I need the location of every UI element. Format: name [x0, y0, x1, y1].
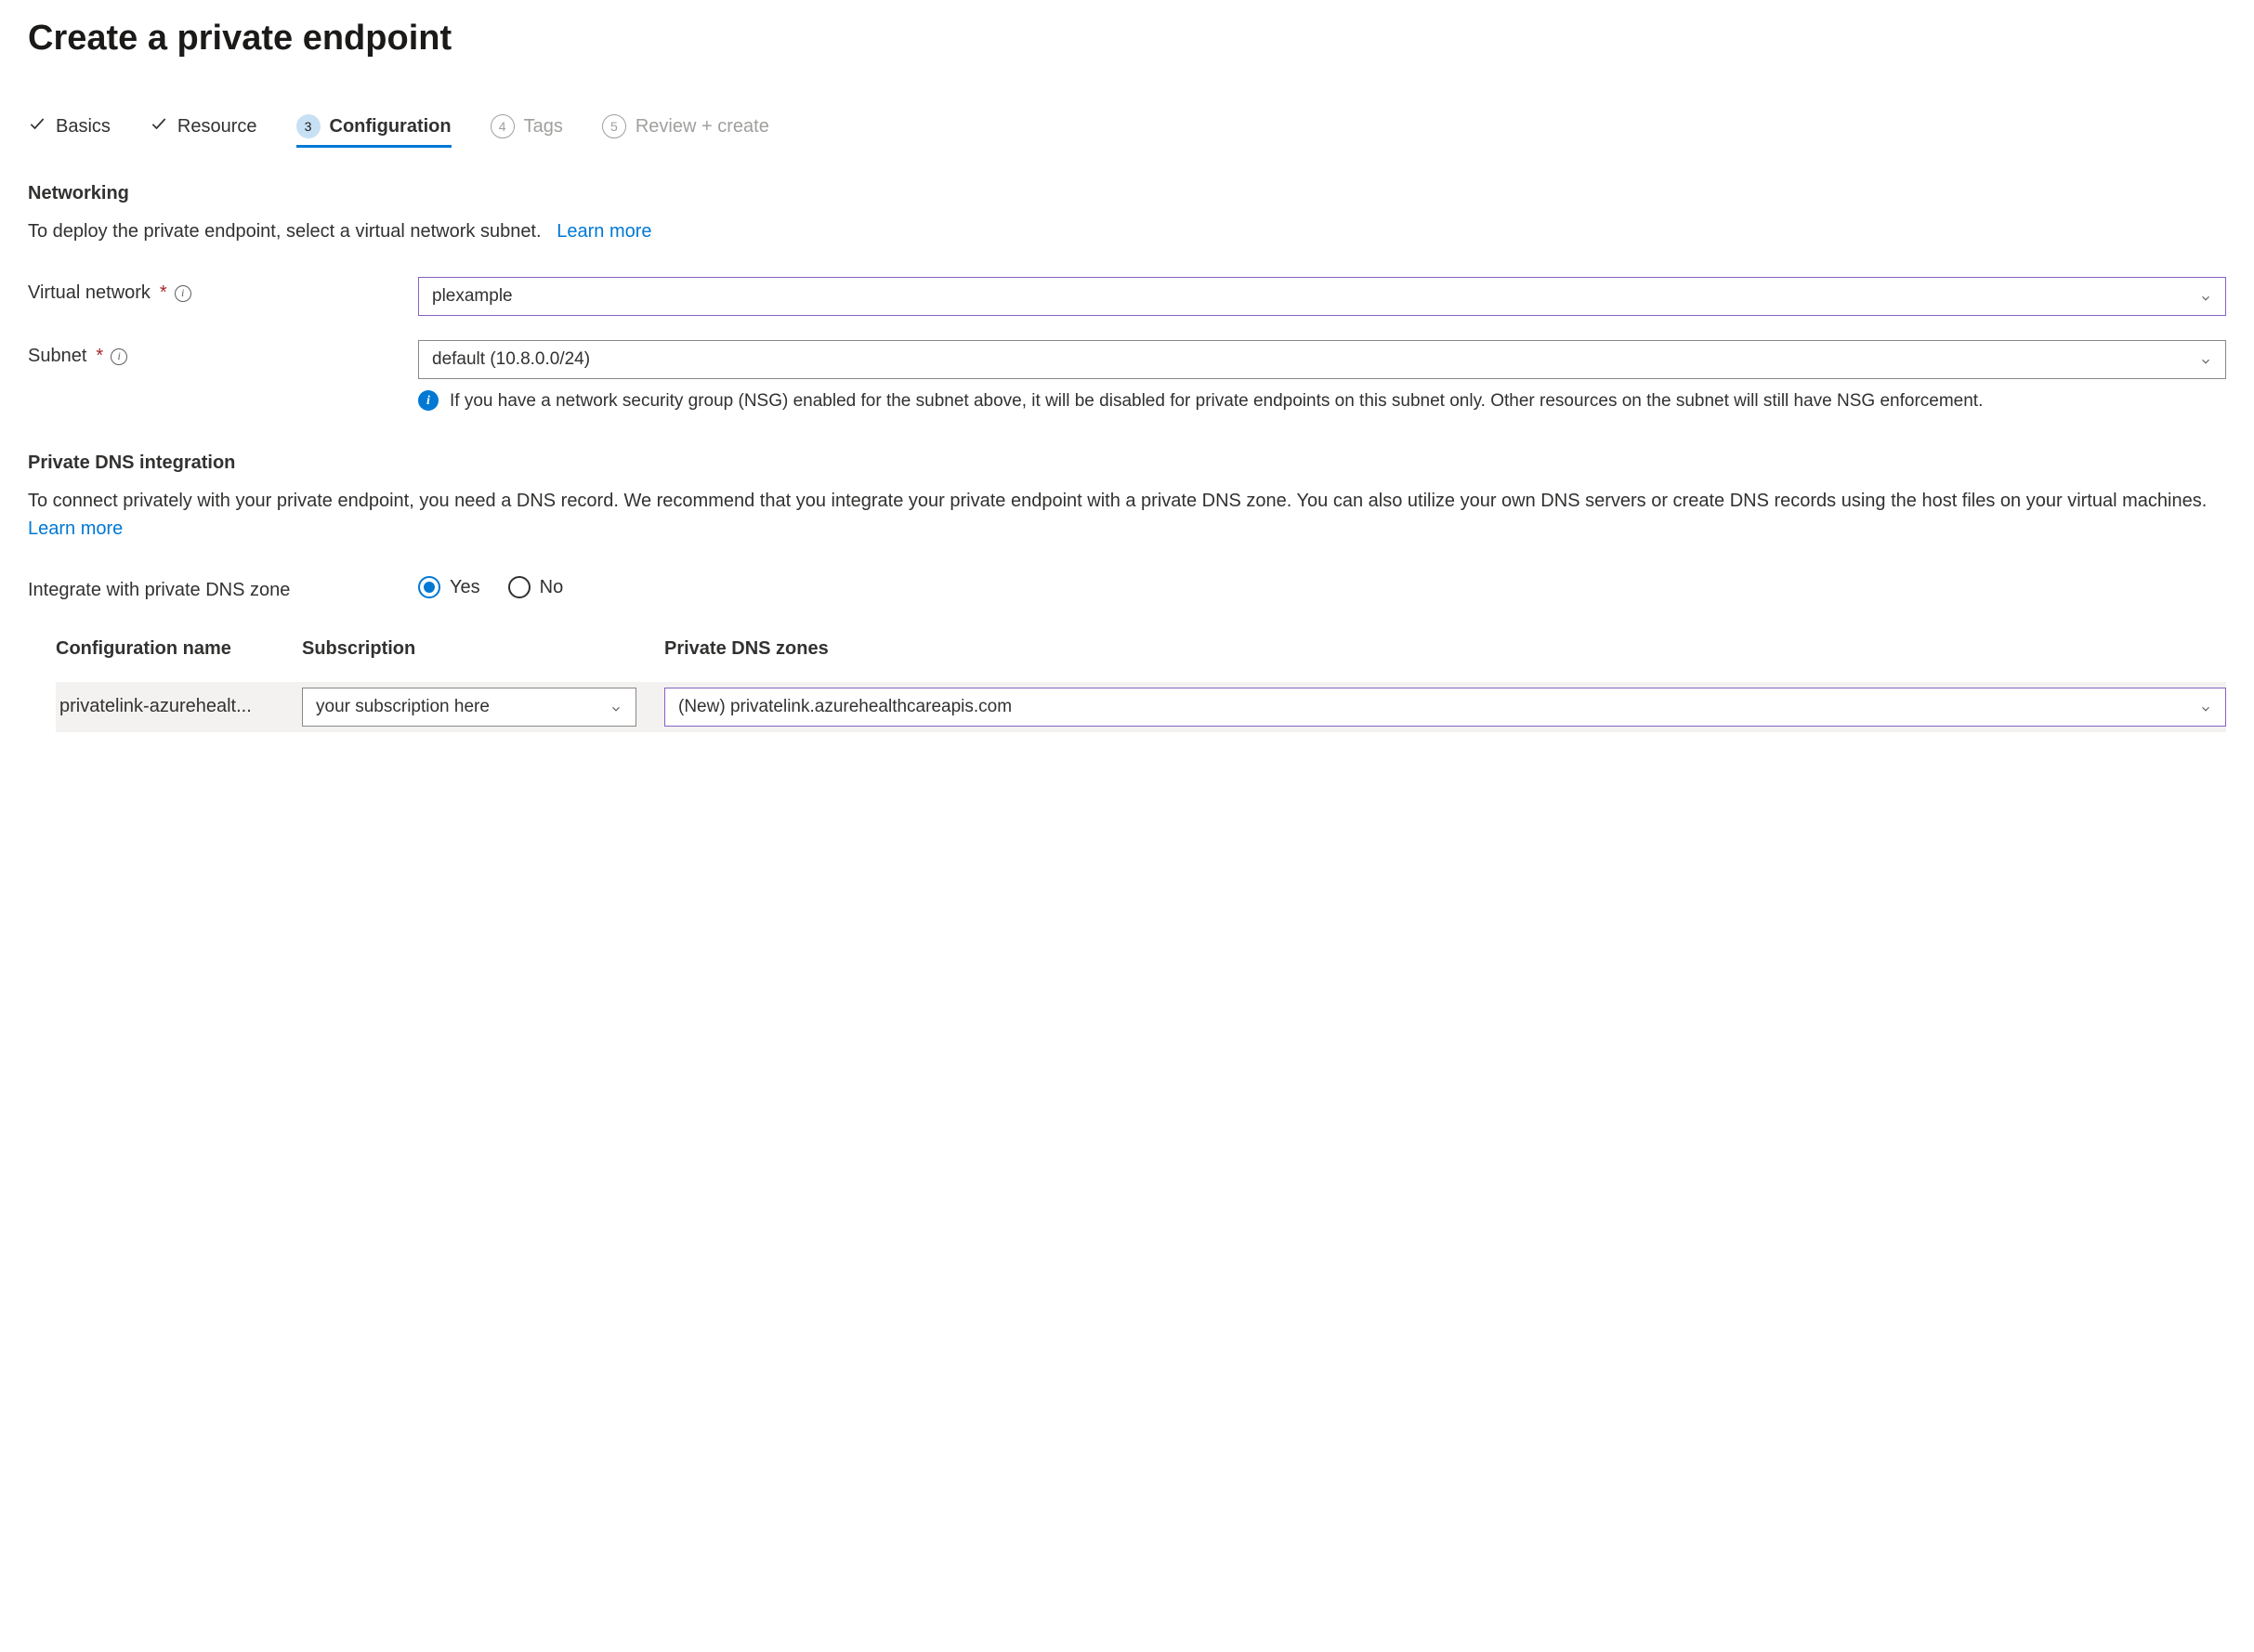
- select-value: plexample: [432, 286, 513, 307]
- table-header-row: Configuration name Subscription Private …: [56, 638, 2226, 682]
- step-number-icon: 5: [602, 114, 626, 138]
- tab-review-create[interactable]: 5 Review + create: [602, 114, 769, 148]
- label-text: Integrate with private DNS zone: [28, 580, 290, 601]
- required-star-icon: *: [96, 346, 103, 367]
- page-title: Create a private endpoint: [28, 19, 2226, 59]
- dns-description-text: To connect privately with your private e…: [28, 491, 2207, 511]
- networking-description: To deploy the private endpoint, select a…: [28, 217, 2226, 245]
- tab-label: Configuration: [330, 116, 452, 138]
- wizard-tabs: Basics Resource 3 Configuration 4 Tags 5…: [28, 114, 2226, 148]
- info-icon: i: [418, 390, 439, 411]
- radio-no[interactable]: No: [508, 576, 564, 598]
- col-subscription: Subscription: [302, 638, 664, 660]
- table-row: privatelink-azurehealt... your subscript…: [56, 682, 2226, 732]
- tab-label: Basics: [56, 116, 111, 138]
- info-icon[interactable]: i: [111, 348, 127, 365]
- tab-resource[interactable]: Resource: [150, 114, 257, 148]
- radio-yes[interactable]: Yes: [418, 576, 480, 598]
- virtual-network-label: Virtual network * i: [28, 277, 418, 304]
- info-icon[interactable]: i: [175, 285, 191, 302]
- check-icon: [28, 114, 46, 138]
- networking-learn-more-link[interactable]: Learn more: [557, 221, 651, 242]
- tab-configuration[interactable]: 3 Configuration: [296, 114, 452, 148]
- required-star-icon: *: [160, 282, 167, 304]
- dns-heading: Private DNS integration: [28, 452, 2226, 474]
- tab-label: Resource: [177, 116, 257, 138]
- label-text: Virtual network: [28, 282, 151, 304]
- select-value: (New) privatelink.azurehealthcareapis.co…: [678, 697, 1012, 717]
- subnet-row: Subnet * i default (10.8.0.0/24) i If yo…: [28, 340, 2226, 415]
- radio-icon: [508, 576, 531, 598]
- col-private-dns-zones: Private DNS zones: [664, 638, 2226, 660]
- networking-heading: Networking: [28, 183, 2226, 204]
- integrate-dns-label: Integrate with private DNS zone: [28, 574, 418, 601]
- dns-description: To connect privately with your private e…: [28, 487, 2226, 543]
- private-dns-zone-select[interactable]: (New) privatelink.azurehealthcareapis.co…: [664, 688, 2226, 727]
- nsg-note-text: If you have a network security group (NS…: [450, 388, 1983, 415]
- select-value: default (10.8.0.0/24): [432, 349, 590, 370]
- chevron-down-icon: [2199, 353, 2212, 366]
- tab-tags[interactable]: 4 Tags: [491, 114, 563, 148]
- subscription-select[interactable]: your subscription here: [302, 688, 636, 727]
- step-number-icon: 4: [491, 114, 515, 138]
- radio-label: Yes: [450, 577, 480, 598]
- step-number-icon: 3: [296, 114, 321, 138]
- radio-label: No: [540, 577, 564, 598]
- subnet-select[interactable]: default (10.8.0.0/24): [418, 340, 2226, 379]
- select-value: your subscription here: [316, 697, 490, 717]
- dns-zones-table: Configuration name Subscription Private …: [56, 638, 2226, 732]
- config-name-value: privatelink-azurehealt...: [56, 696, 302, 717]
- radio-icon: [418, 576, 440, 598]
- col-config-name: Configuration name: [56, 638, 302, 660]
- integrate-dns-row: Integrate with private DNS zone Yes No: [28, 574, 2226, 601]
- chevron-down-icon: [609, 701, 622, 714]
- tab-label: Review + create: [636, 116, 769, 138]
- subnet-label: Subnet * i: [28, 340, 418, 367]
- virtual-network-select[interactable]: plexample: [418, 277, 2226, 316]
- chevron-down-icon: [2199, 701, 2212, 714]
- networking-description-text: To deploy the private endpoint, select a…: [28, 221, 542, 242]
- virtual-network-row: Virtual network * i plexample: [28, 277, 2226, 316]
- integrate-dns-radio-group: Yes No: [418, 576, 2226, 598]
- nsg-info-callout: i If you have a network security group (…: [418, 388, 2226, 415]
- chevron-down-icon: [2199, 290, 2212, 303]
- tab-basics[interactable]: Basics: [28, 114, 111, 148]
- check-icon: [150, 114, 168, 138]
- tab-label: Tags: [524, 116, 563, 138]
- label-text: Subnet: [28, 346, 86, 367]
- dns-learn-more-link[interactable]: Learn more: [28, 518, 123, 539]
